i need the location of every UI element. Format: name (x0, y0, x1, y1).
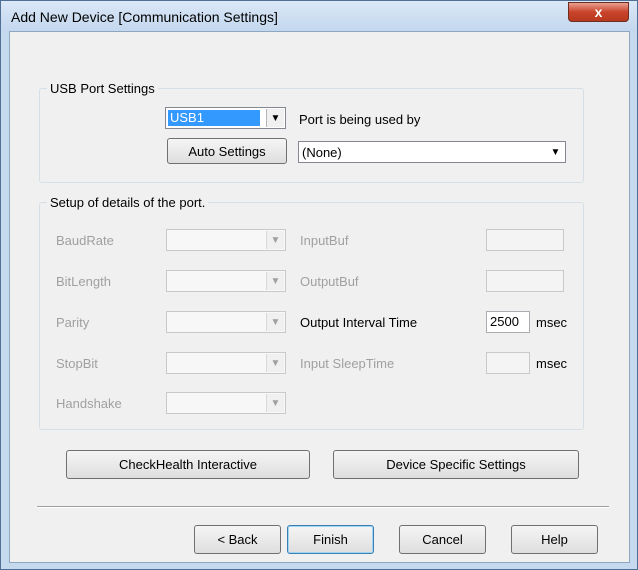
checkhealth-label: CheckHealth Interactive (118, 457, 257, 472)
inputbuf-field[interactable] (486, 229, 564, 251)
close-button[interactable]: x (568, 2, 629, 22)
usb-port-settings-group: USB Port Settings (39, 81, 584, 183)
chevron-down-icon: ▼ (266, 313, 284, 331)
output-interval-unit: msec (536, 315, 568, 330)
device-specific-label: Device Specific Settings (386, 457, 526, 472)
dialog-window: Add New Device [Communication Settings] … (0, 0, 638, 570)
auto-settings-label: Auto Settings (188, 143, 266, 159)
auto-settings-button[interactable]: Auto Settings (167, 138, 287, 164)
finish-button[interactable]: Finish (287, 525, 374, 554)
finish-label: Finish (313, 532, 348, 547)
stopbit-select[interactable]: ▼ (166, 352, 286, 374)
usb-port-settings-legend: USB Port Settings (47, 81, 158, 96)
dialog-body: USB Port Settings USB1 ▼ Port is being u… (9, 31, 630, 563)
baudrate-select[interactable]: ▼ (166, 229, 286, 251)
bitlength-label: BitLength (56, 274, 111, 289)
output-interval-field[interactable]: 2500 (486, 311, 530, 333)
parity-label: Parity (56, 315, 90, 330)
inputbuf-label: InputBuf (300, 233, 349, 248)
usb-port-select[interactable]: USB1 ▼ (165, 107, 286, 129)
close-icon: x (594, 4, 603, 20)
usb-port-value: USB1 (168, 110, 260, 126)
device-specific-settings-button[interactable]: Device Specific Settings (333, 450, 579, 479)
baudrate-label: BaudRate (56, 233, 114, 248)
title-bar[interactable]: Add New Device [Communication Settings] … (1, 1, 637, 31)
chevron-down-icon: ▼ (266, 394, 284, 412)
chevron-down-icon: ▼ (266, 231, 284, 249)
handshake-label: Handshake (56, 396, 122, 411)
window-title: Add New Device [Communication Settings] (11, 9, 278, 25)
chevron-down-icon: ▼ (266, 272, 284, 290)
port-details-legend: Setup of details of the port. (47, 195, 209, 210)
port-used-by-label: Port is being used by (299, 112, 421, 127)
chevron-down-icon: ▼ (266, 109, 284, 127)
cancel-button[interactable]: Cancel (399, 525, 486, 554)
outputbuf-field[interactable] (486, 270, 564, 292)
input-sleep-field[interactable] (486, 352, 530, 374)
input-sleep-unit: msec (536, 356, 568, 371)
port-used-by-select[interactable]: (None) ▼ (298, 141, 566, 163)
help-button[interactable]: Help (511, 525, 598, 554)
port-used-by-value: (None) (302, 145, 342, 160)
footer-divider (37, 506, 609, 508)
bitlength-select[interactable]: ▼ (166, 270, 286, 292)
handshake-select[interactable]: ▼ (166, 392, 286, 414)
stopbit-label: StopBit (56, 356, 98, 371)
input-sleep-label: Input SleepTime (300, 356, 395, 371)
cancel-label: Cancel (422, 532, 463, 547)
parity-select[interactable]: ▼ (166, 311, 286, 333)
chevron-down-icon: ▼ (550, 146, 561, 158)
back-label: < Back (217, 532, 258, 547)
chevron-down-icon: ▼ (266, 354, 284, 372)
help-label: Help (541, 532, 568, 547)
checkhealth-interactive-button[interactable]: CheckHealth Interactive (66, 450, 310, 479)
outputbuf-label: OutputBuf (300, 274, 359, 289)
output-interval-label: Output Interval Time (300, 315, 418, 330)
back-button[interactable]: < Back (194, 525, 281, 554)
